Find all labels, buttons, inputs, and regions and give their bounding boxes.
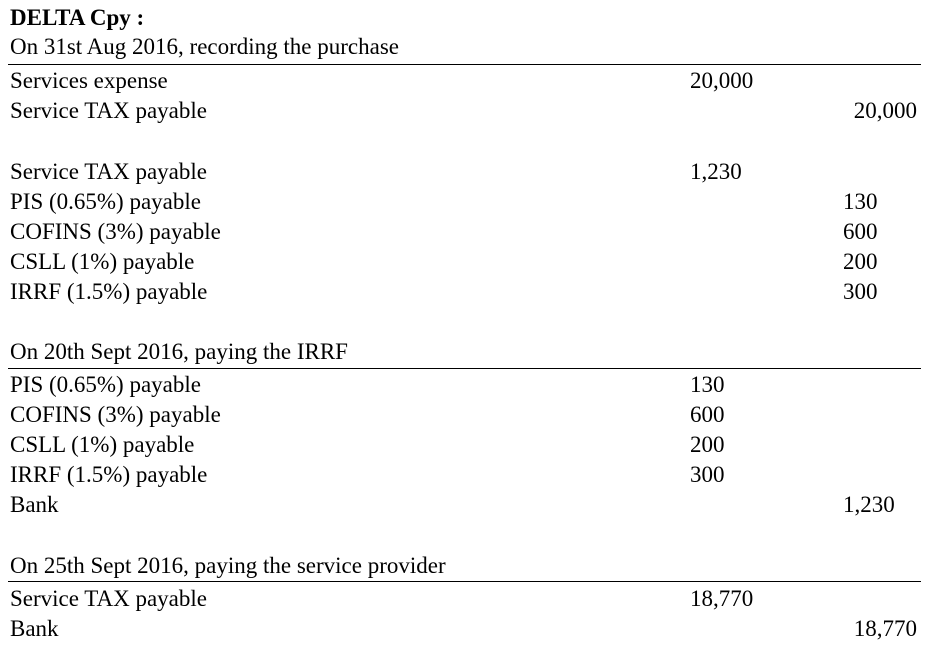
section-heading-row: On 20th Sept 2016, paying the IRRF: [0, 337, 929, 367]
account-name: Bank: [10, 616, 59, 641]
journal-row: PIS (0.65%) payable 130: [0, 370, 929, 400]
account-name: IRRF (1.5%) payable: [10, 279, 208, 304]
journal-row: Service TAX payable 1,230: [0, 157, 929, 187]
account-name: Service TAX payable: [10, 586, 207, 611]
section-heading-row: On 25th Sept 2016, paying the service pr…: [0, 551, 929, 581]
debit-amount: 1,230: [690, 159, 742, 184]
divider: [8, 581, 921, 582]
journal-row: Service TAX payable 18,770: [0, 584, 929, 614]
credit-amount: 600: [843, 219, 878, 244]
account-name: COFINS (3%) payable: [10, 402, 221, 427]
journal-row: IRRF (1.5%) payable 300: [0, 460, 929, 490]
journal-row: IRRF (1.5%) payable 300: [0, 277, 929, 307]
debit-amount: 300: [690, 462, 725, 487]
document-title-row: DELTA Cpy :: [0, 3, 929, 33]
section-heading: On 25th Sept 2016, paying the service pr…: [10, 553, 446, 578]
debit-amount: 600: [690, 402, 725, 427]
account-name: CSLL (1%) payable: [10, 249, 195, 274]
account-name: Bank: [10, 492, 59, 517]
account-name: PIS (0.65%) payable: [10, 189, 201, 214]
account-name: PIS (0.65%) payable: [10, 372, 201, 397]
credit-amount: 300: [843, 279, 878, 304]
account-name: Service TAX payable: [10, 98, 207, 123]
debit-amount: 20,000: [690, 68, 754, 93]
account-name: Service TAX payable: [10, 159, 207, 184]
credit-amount: 1,230: [843, 492, 895, 517]
account-name: COFINS (3%) payable: [10, 219, 221, 244]
credit-amount: 200: [843, 249, 878, 274]
section-heading: On 20th Sept 2016, paying the IRRF: [10, 339, 348, 364]
divider: [8, 64, 921, 65]
journal-row: PIS (0.65%) payable 130: [0, 187, 929, 217]
account-name: CSLL (1%) payable: [10, 432, 195, 457]
debit-amount: 130: [690, 372, 725, 397]
journal-row: COFINS (3%) payable 600: [0, 217, 929, 247]
credit-amount: 18,770: [853, 616, 917, 641]
debit-amount: 18,770: [690, 586, 754, 611]
document-title: DELTA Cpy :: [10, 5, 145, 30]
journal-row: Bank 18,770: [0, 614, 929, 644]
section-heading-row: On 31st Aug 2016, recording the purchase: [0, 32, 929, 62]
account-name: IRRF (1.5%) payable: [10, 462, 208, 487]
journal-row: Services expense 20,000: [0, 66, 929, 96]
journal-row: Bank 1,230: [0, 490, 929, 520]
journal-row: Service TAX payable 20,000: [0, 96, 929, 126]
credit-amount: 130: [843, 189, 878, 214]
section-heading: On 31st Aug 2016, recording the purchase: [10, 34, 400, 59]
credit-amount: 20,000: [853, 98, 917, 123]
account-name: Services expense: [10, 68, 168, 93]
journal-row: CSLL (1%) payable 200: [0, 430, 929, 460]
journal-row: CSLL (1%) payable 200: [0, 247, 929, 277]
divider: [8, 368, 921, 369]
debit-amount: 200: [690, 432, 725, 457]
journal-row: COFINS (3%) payable 600: [0, 400, 929, 430]
